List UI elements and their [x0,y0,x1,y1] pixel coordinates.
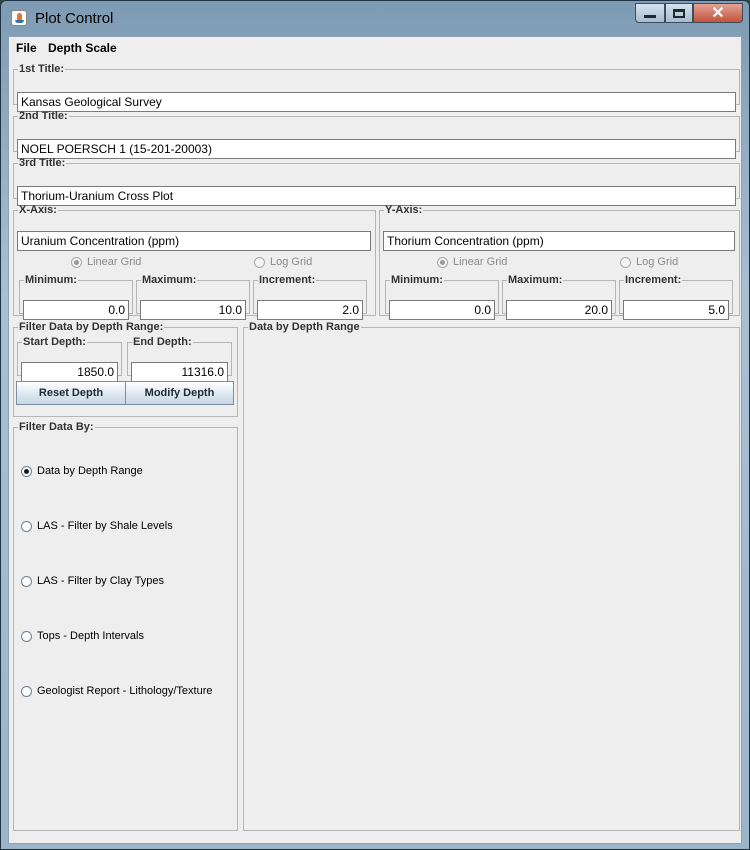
first-title-input[interactable]: Kansas Geological Survey [17,92,736,112]
x-log-grid-radio[interactable]: Log Grid [254,256,312,268]
y-increment-input[interactable]: 5.0 [623,300,729,320]
filter-by-group: Filter Data By: Data by Depth Range LAS … [13,421,238,831]
radio-icon [437,256,448,268]
y-linear-grid-radio[interactable]: Linear Grid [437,256,507,268]
third-title-input[interactable]: Thorium-Uranium Cross Plot [17,186,736,206]
first-title-group: 1st Title: Kansas Geological Survey [13,63,740,112]
depth-filter-label: Filter Data by Depth Range: [19,321,164,333]
y-maximum-input[interactable]: 20.0 [506,300,612,320]
plot-control-window: Plot Control ✕ File Depth Scale 1st Titl… [0,0,750,850]
y-axis-title-input[interactable]: Thorium Concentration (ppm) [383,231,735,251]
filter-option-clay-types[interactable]: LAS - Filter by Clay Types [21,575,164,587]
start-depth-group: Start Depth: 1850.0 [17,336,122,382]
y-axis-group: Y-Axis: Thorium Concentration (ppm) Line… [379,204,740,320]
window-controls: ✕ [635,3,743,23]
minimize-icon [644,15,656,18]
radio-icon [620,256,631,268]
second-title-input[interactable]: NOEL POERSCH 1 (15-201-20003) [17,139,736,159]
y-increment-group: Increment: 5.0 [619,274,733,320]
y-maximum-label: Maximum: [508,274,563,286]
end-depth-group: End Depth: 11316.0 [127,336,232,382]
start-depth-label: Start Depth: [23,336,86,348]
x-increment-group: Increment: 2.0 [253,274,367,320]
x-axis-group: X-Axis: Uranium Concentration (ppm) Line… [13,204,376,320]
y-minimum-label: Minimum: [391,274,443,286]
x-minimum-group: Minimum: 0.0 [19,274,133,320]
end-depth-label: End Depth: [133,336,192,348]
menu-bar: File Depth Scale [9,37,741,59]
x-axis-title-input[interactable]: Uranium Concentration (ppm) [17,231,371,251]
filter-option-depth-range[interactable]: Data by Depth Range [21,465,143,477]
window-title: Plot Control [35,10,114,27]
third-title-label: 3rd Title: [19,157,66,169]
x-maximum-input[interactable]: 10.0 [140,300,246,320]
y-axis-label: Y-Axis: [385,204,423,216]
modify-depth-button[interactable]: Modify Depth [125,381,234,405]
radio-icon [21,520,32,532]
minimize-button[interactable] [635,3,665,23]
filter-option-label: Geologist Report - Lithology/Texture [37,685,213,697]
radio-icon [21,465,32,477]
filter-option-label: LAS - Filter by Shale Levels [37,520,173,532]
data-by-depth-panel: Data by Depth Range [243,321,740,831]
radio-icon [71,256,82,268]
filter-option-label: Tops - Depth Intervals [37,630,144,642]
y-minimum-group: Minimum: 0.0 [385,274,499,320]
title-bar[interactable]: Plot Control ✕ [1,1,749,35]
y-maximum-group: Maximum: 20.0 [502,274,616,320]
x-linear-grid-radio[interactable]: Linear Grid [71,256,141,268]
menu-depth-scale[interactable]: Depth Scale [48,41,117,55]
first-title-label: 1st Title: [19,63,65,75]
close-icon: ✕ [711,5,725,22]
reset-depth-button[interactable]: Reset Depth [16,381,126,405]
x-increment-label: Increment: [259,274,316,286]
second-title-group: 2nd Title: NOEL POERSCH 1 (15-201-20003) [13,110,740,159]
filter-option-label: LAS - Filter by Clay Types [37,575,164,587]
x-minimum-label: Minimum: [25,274,77,286]
second-title-label: 2nd Title: [19,110,68,122]
filter-by-label: Filter Data By: [19,421,94,433]
third-title-group: 3rd Title: Thorium-Uranium Cross Plot [13,157,740,206]
filter-option-shale-levels[interactable]: LAS - Filter by Shale Levels [21,520,173,532]
java-app-icon [11,10,27,26]
y-log-grid-radio[interactable]: Log Grid [620,256,678,268]
client-area: File Depth Scale 1st Title: Kansas Geolo… [8,36,742,844]
y-log-grid-label: Log Grid [636,256,679,268]
filter-option-tops[interactable]: Tops - Depth Intervals [21,630,144,642]
x-linear-grid-label: Linear Grid [87,256,142,268]
y-increment-label: Increment: [625,274,682,286]
x-increment-input[interactable]: 2.0 [257,300,363,320]
depth-filter-group: Filter Data by Depth Range: Start Depth:… [13,321,238,417]
y-minimum-input[interactable]: 0.0 [389,300,495,320]
maximize-icon [673,8,685,18]
x-axis-label: X-Axis: [19,204,57,216]
end-depth-input[interactable]: 11316.0 [131,362,228,382]
maximize-button[interactable] [665,3,693,23]
data-by-depth-label: Data by Depth Range [249,321,360,333]
y-linear-grid-label: Linear Grid [453,256,508,268]
radio-icon [21,630,32,642]
menu-file[interactable]: File [16,41,37,55]
radio-icon [21,575,32,587]
radio-icon [254,256,265,268]
x-minimum-input[interactable]: 0.0 [23,300,129,320]
x-maximum-label: Maximum: [142,274,197,286]
radio-icon [21,685,32,697]
close-button[interactable]: ✕ [693,3,743,23]
x-log-grid-label: Log Grid [270,256,313,268]
start-depth-input[interactable]: 1850.0 [21,362,118,382]
filter-option-label: Data by Depth Range [37,465,143,477]
x-maximum-group: Maximum: 10.0 [136,274,250,320]
filter-option-geologist-report[interactable]: Geologist Report - Lithology/Texture [21,685,212,697]
